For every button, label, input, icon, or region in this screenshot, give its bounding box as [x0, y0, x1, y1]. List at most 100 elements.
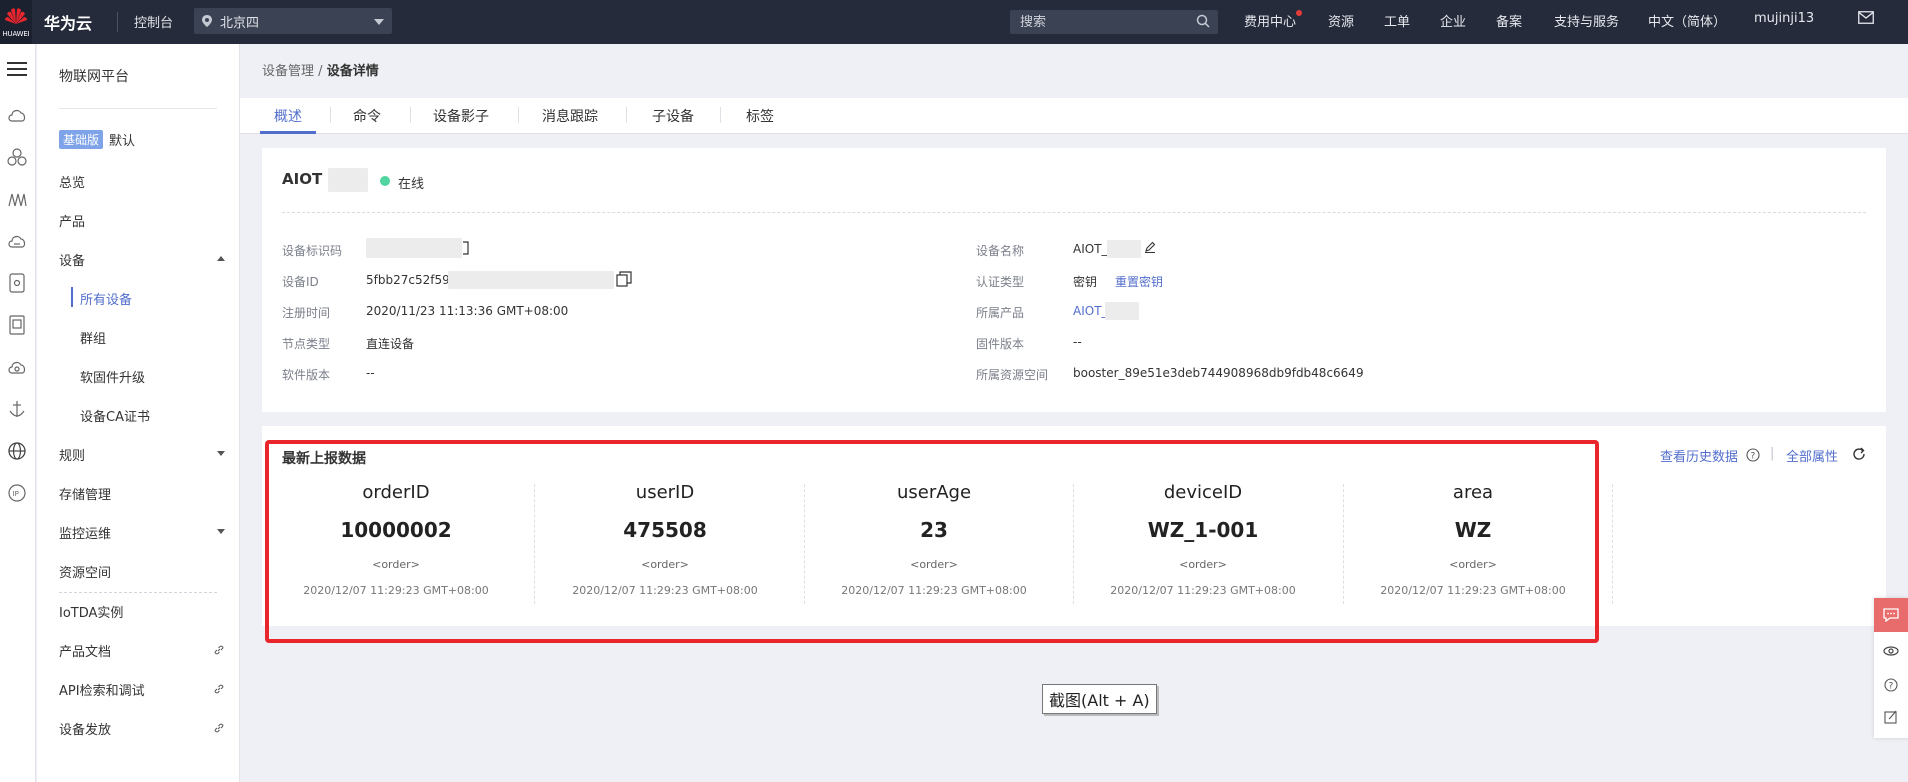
- external-link-icon: [214, 684, 224, 694]
- divider: [59, 592, 217, 593]
- divider: [1612, 484, 1613, 604]
- product-link[interactable]: AIOT_: [1073, 304, 1108, 318]
- sidebar-item-resource-space[interactable]: 资源空间: [59, 562, 111, 581]
- search-input[interactable]: [1010, 10, 1218, 34]
- cloud-storage-icon[interactable]: [4, 228, 30, 254]
- software-version-value: --: [366, 366, 375, 380]
- help-icon[interactable]: ?: [1874, 670, 1908, 700]
- console-link[interactable]: 控制台: [134, 12, 173, 31]
- notification-dot: [1296, 10, 1302, 16]
- sidebar-item-groups[interactable]: 群组: [80, 328, 106, 347]
- edition-default-label[interactable]: 默认: [109, 130, 135, 149]
- ip-badge-icon[interactable]: IP: [4, 480, 30, 506]
- cloud-icon[interactable]: [4, 102, 30, 128]
- view-history-link[interactable]: 查看历史数据: [1660, 446, 1738, 465]
- tab-message-trace[interactable]: 消息跟踪: [542, 106, 598, 126]
- screenshot-tooltip: 截图(Alt + A): [1042, 684, 1157, 714]
- device-icon[interactable]: [4, 270, 30, 296]
- breadcrumb-device-management[interactable]: 设备管理: [262, 64, 314, 79]
- chevron-down-icon[interactable]: [217, 529, 225, 534]
- logo-text: HUAWEI: [2, 30, 30, 38]
- active-indicator: [71, 287, 73, 307]
- divider: [720, 107, 721, 123]
- redacted-area: [1107, 240, 1141, 258]
- sidebar-item-monitoring[interactable]: 监控运维: [59, 523, 111, 542]
- divider: [117, 12, 118, 32]
- online-status-dot: [380, 176, 390, 186]
- copy-icon[interactable]: [462, 241, 470, 255]
- copy-icon[interactable]: [616, 271, 632, 287]
- sidebar-item-storage[interactable]: 存储管理: [59, 484, 111, 503]
- external-link-icon: [214, 723, 224, 733]
- cluster-icon[interactable]: [4, 144, 30, 170]
- tab-tags[interactable]: 标签: [746, 106, 774, 126]
- device-id-value: 5fbb27c52f59: [366, 273, 450, 287]
- sidebar-item-products[interactable]: 产品: [59, 211, 85, 230]
- device-info-card: AIOT 在线 设备标识码 设备ID 5fbb27c52f59 注册时间 202…: [262, 148, 1886, 412]
- huawei-petals-icon: [5, 8, 27, 24]
- sidebar-item-product-docs[interactable]: 产品文档: [59, 641, 111, 660]
- software-version-label: 软件版本: [282, 368, 331, 382]
- sidebar-item-firmware-upgrade[interactable]: 软固件升级: [80, 367, 145, 386]
- sidebar-item-device-provisioning[interactable]: 设备发放: [59, 719, 111, 738]
- tab-overview[interactable]: 概述: [274, 106, 302, 126]
- nav-username[interactable]: mujinji13: [1754, 11, 1814, 26]
- edit-pencil-icon[interactable]: [1144, 241, 1156, 253]
- chat-icon[interactable]: [1874, 598, 1908, 632]
- detail-tabs: 概述 命令 设备影子 消息跟踪 子设备 标签: [240, 98, 1908, 134]
- nav-resources[interactable]: 资源: [1328, 11, 1354, 30]
- all-properties-link[interactable]: 全部属性: [1786, 446, 1838, 465]
- hamburger-menu-icon[interactable]: [4, 56, 30, 82]
- signal-icon[interactable]: [4, 186, 30, 212]
- brand-name[interactable]: 华为云: [44, 10, 92, 34]
- tab-child-devices[interactable]: 子设备: [652, 106, 694, 126]
- cloud-service-icon[interactable]: [4, 354, 30, 380]
- chevron-up-icon[interactable]: [217, 256, 225, 261]
- document-icon[interactable]: [4, 312, 30, 338]
- refresh-icon[interactable]: [1852, 447, 1866, 461]
- tab-device-shadow[interactable]: 设备影子: [433, 106, 489, 126]
- external-link-icon: [214, 645, 224, 655]
- sidebar-item-rules[interactable]: 规则: [59, 445, 85, 464]
- anchor-icon[interactable]: [4, 396, 30, 422]
- redacted-area: [448, 271, 614, 289]
- nav-language[interactable]: 中文（简体）: [1648, 11, 1726, 30]
- svg-text:?: ?: [1751, 452, 1756, 462]
- chevron-down-icon: [374, 19, 384, 25]
- search-icon[interactable]: [1196, 14, 1210, 28]
- sidebar-item-devices[interactable]: 设备: [59, 250, 85, 269]
- redacted-area: [1105, 302, 1139, 320]
- sidebar-title: 物联网平台: [59, 69, 129, 85]
- sidebar-item-all-devices[interactable]: 所有设备: [80, 289, 132, 308]
- firmware-version-label: 固件版本: [976, 337, 1025, 351]
- sidebar-item-api-explorer[interactable]: API检索和调试: [59, 680, 145, 699]
- nav-tickets[interactable]: 工单: [1384, 11, 1410, 30]
- sidebar-item-overview[interactable]: 总览: [59, 172, 85, 191]
- region-selector[interactable]: 北京四: [194, 8, 392, 34]
- device-name-label: 设备名称: [976, 244, 1025, 258]
- device-id-label: 设备ID: [282, 275, 319, 289]
- tab-commands[interactable]: 命令: [353, 106, 381, 126]
- resource-space-value: booster_89e51e3deb744908968db9fdb48c6649: [1073, 366, 1364, 380]
- location-pin-icon: [202, 15, 212, 27]
- svg-text:?: ?: [1889, 682, 1894, 692]
- redacted-area: [366, 238, 462, 258]
- sidebar-item-iotda-instance[interactable]: IoTDA实例: [59, 602, 123, 621]
- nav-billing-center[interactable]: 费用中心: [1244, 11, 1296, 30]
- nav-icp-filing[interactable]: 备案: [1496, 11, 1522, 30]
- headset-icon[interactable]: [1874, 636, 1908, 666]
- nav-support[interactable]: 支持与服务: [1554, 11, 1619, 30]
- divider: [330, 107, 331, 123]
- sidebar-item-device-ca-cert[interactable]: 设备CA证书: [80, 406, 150, 425]
- globe-icon[interactable]: [4, 438, 30, 464]
- reset-secret-link[interactable]: 重置密钥: [1115, 273, 1163, 290]
- mail-icon[interactable]: [1858, 11, 1874, 24]
- feedback-edit-icon[interactable]: [1874, 702, 1908, 732]
- highlight-annotation-box: [265, 440, 1599, 643]
- help-icon[interactable]: ?: [1746, 448, 1760, 462]
- divider: [59, 108, 217, 109]
- huawei-logo[interactable]: HUAWEI: [0, 0, 32, 44]
- nav-enterprise[interactable]: 企业: [1440, 11, 1466, 30]
- divider: [282, 212, 1866, 213]
- chevron-down-icon[interactable]: [217, 451, 225, 456]
